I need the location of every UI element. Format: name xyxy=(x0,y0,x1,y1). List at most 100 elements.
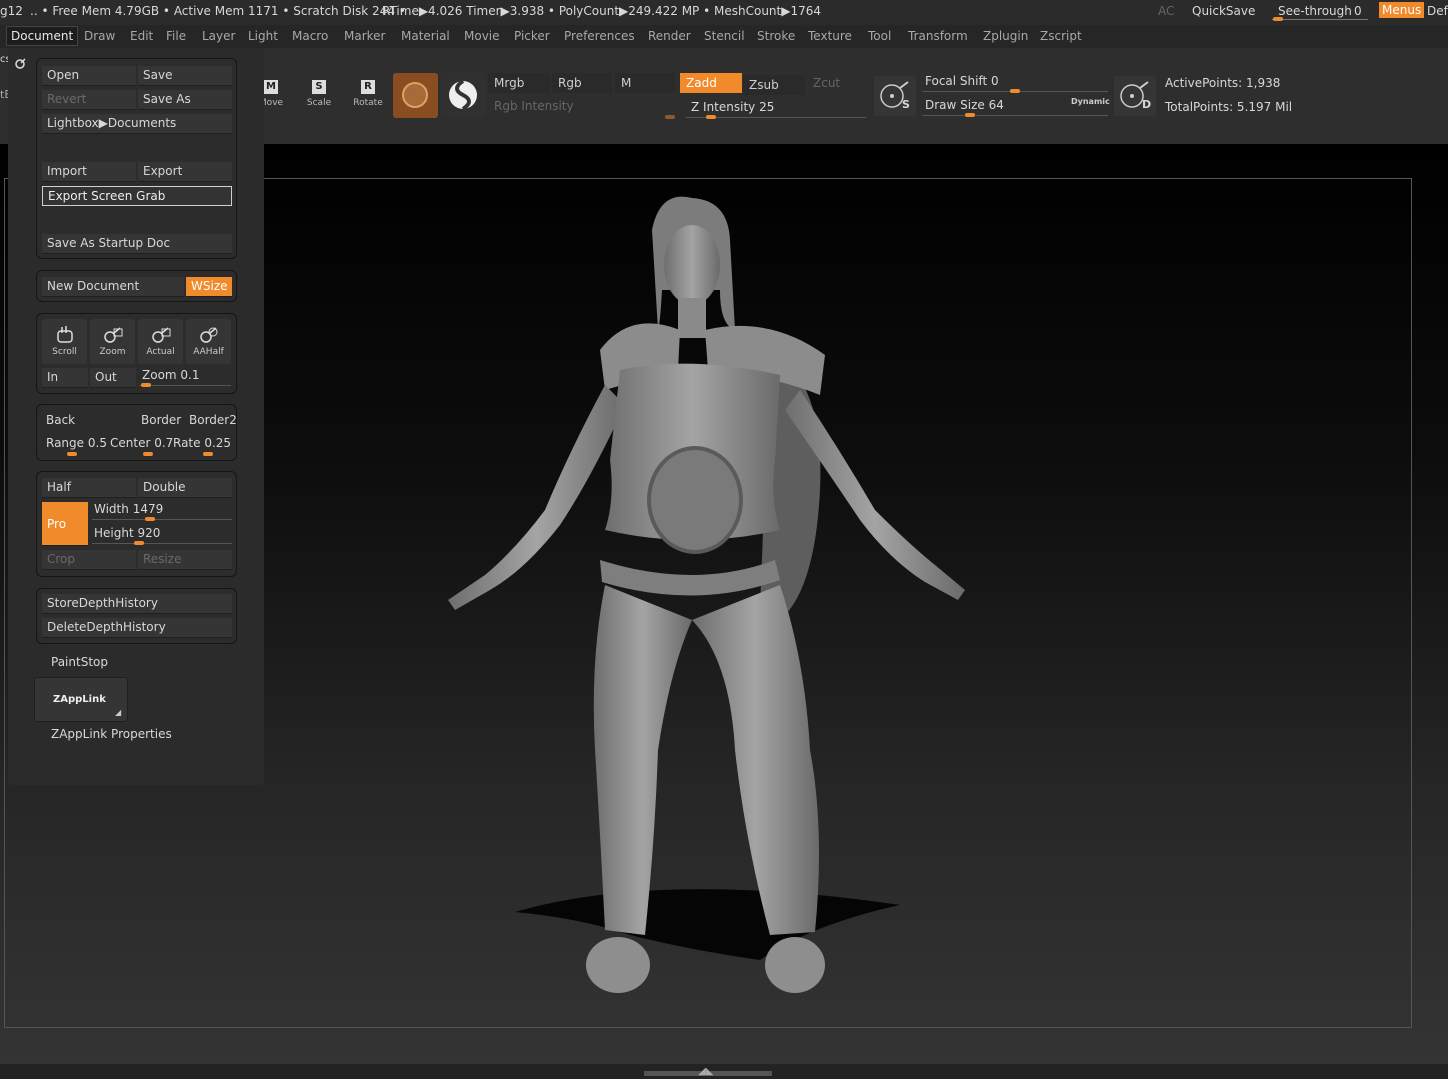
m-button[interactable]: M xyxy=(615,73,675,93)
half-button[interactable]: Half xyxy=(42,478,136,498)
center-slider[interactable]: Center 0.7 xyxy=(110,436,173,450)
range-knob[interactable] xyxy=(67,452,77,456)
menu-document[interactable]: Document xyxy=(6,26,79,46)
border2-button[interactable]: Border2 xyxy=(189,413,237,427)
menu-picker[interactable]: Picker xyxy=(510,28,554,44)
save-button[interactable]: Save xyxy=(138,66,232,86)
menu-draw[interactable]: Draw xyxy=(80,28,119,44)
menu-movie[interactable]: Movie xyxy=(460,28,504,44)
width-track[interactable] xyxy=(92,519,232,520)
double-button[interactable]: Double xyxy=(138,478,232,498)
menu-stencil[interactable]: Stencil xyxy=(700,28,749,44)
zoom-in-button[interactable]: In xyxy=(42,368,88,388)
wsize-button[interactable]: WSize xyxy=(186,277,232,297)
range-label: Range xyxy=(46,436,85,450)
zoom-track[interactable] xyxy=(139,385,231,386)
draw-size-slider[interactable]: Draw Size 64 xyxy=(925,98,1004,112)
aahalf-button[interactable]: AAHalf xyxy=(186,319,231,364)
back-button[interactable]: Back xyxy=(46,413,75,427)
delete-depth-history-button[interactable]: DeleteDepthHistory xyxy=(42,618,232,638)
menu-macro[interactable]: Macro xyxy=(288,28,332,44)
center-knob[interactable] xyxy=(143,452,153,456)
rate-knob[interactable] xyxy=(203,452,213,456)
zapplink-properties-submenu[interactable]: ZAppLink Properties xyxy=(51,727,172,741)
scale-button[interactable]: S Scale xyxy=(302,78,336,114)
revert-button[interactable]: Revert xyxy=(42,90,136,110)
default-button[interactable]: Def xyxy=(1427,4,1448,18)
paintstop-submenu[interactable]: PaintStop xyxy=(51,655,108,669)
range-slider[interactable]: Range 0.5 xyxy=(46,436,107,450)
menu-tool[interactable]: Tool xyxy=(864,28,895,44)
store-depth-history-button[interactable]: StoreDepthHistory xyxy=(42,594,232,614)
menu-light[interactable]: Light xyxy=(244,28,282,44)
rgb-intensity-slider[interactable]: Rgb Intensity xyxy=(488,96,678,116)
focal-shift-knob[interactable] xyxy=(1010,89,1020,93)
import-button[interactable]: Import xyxy=(42,162,136,182)
menu-zplugin[interactable]: Zplugin xyxy=(979,28,1032,44)
zsub-button[interactable]: Zsub xyxy=(743,75,805,95)
see-through-knob[interactable] xyxy=(1273,17,1283,21)
mrgb-button[interactable]: Mrgb xyxy=(488,73,550,93)
menu-file[interactable]: File xyxy=(162,28,190,44)
width-slider[interactable]: Width 1479 xyxy=(94,502,163,516)
border-button[interactable]: Border xyxy=(141,413,181,427)
rgb-intensity-knob[interactable] xyxy=(665,115,675,119)
save-as-button[interactable]: Save As xyxy=(138,90,232,110)
pro-button[interactable]: Pro xyxy=(42,502,88,546)
focal-shift-button[interactable]: S xyxy=(874,76,916,116)
menu-transform[interactable]: Transform xyxy=(904,28,972,44)
ac-button[interactable]: AC xyxy=(1158,4,1174,18)
draw-size-button[interactable]: D xyxy=(1114,76,1156,116)
new-document-button[interactable]: New Document xyxy=(42,277,184,297)
height-track[interactable] xyxy=(92,543,232,544)
open-button[interactable]: Open xyxy=(42,66,136,86)
rotate-button[interactable]: R Rotate xyxy=(350,78,386,114)
menu-render[interactable]: Render xyxy=(644,28,695,44)
background-group: Back Border Border2 Range 0.5 Center 0.7… xyxy=(36,404,237,461)
see-through-label[interactable]: See-through xyxy=(1278,4,1352,18)
sculpt-model[interactable] xyxy=(430,190,990,1000)
height-slider[interactable]: Height 920 xyxy=(94,526,160,540)
menu-preferences[interactable]: Preferences xyxy=(560,28,639,44)
actual-button[interactable]: Actual xyxy=(138,319,183,364)
height-knob[interactable] xyxy=(134,541,144,545)
menu-texture[interactable]: Texture xyxy=(804,28,856,44)
texture-button[interactable] xyxy=(441,73,486,118)
zoom-button[interactable]: Zoom xyxy=(90,319,135,364)
scroll-button[interactable]: Scroll xyxy=(42,319,87,364)
zadd-button[interactable]: Zadd xyxy=(680,73,742,93)
collapse-arrows-icon[interactable]: ◢◣ xyxy=(698,1066,713,1077)
material-button[interactable] xyxy=(393,73,438,118)
menu-marker[interactable]: Marker xyxy=(340,28,389,44)
save-as-startup-doc-button[interactable]: Save As Startup Doc xyxy=(42,234,232,254)
rgb-button[interactable]: Rgb xyxy=(552,73,612,93)
menus-button[interactable]: Menus xyxy=(1379,2,1425,18)
menu-layer[interactable]: Layer xyxy=(198,28,239,44)
menu-edit[interactable]: Edit xyxy=(126,28,157,44)
zoom-knob[interactable] xyxy=(141,383,151,387)
crop-button[interactable]: Crop xyxy=(42,550,136,570)
zcut-button[interactable]: Zcut xyxy=(807,73,867,93)
pin-icon[interactable] xyxy=(14,58,26,70)
zoom-out-button[interactable]: Out xyxy=(90,368,136,388)
export-screen-grab-button[interactable]: Export Screen Grab xyxy=(42,186,232,206)
menu-stroke[interactable]: Stroke xyxy=(753,28,799,44)
belt-disc xyxy=(647,446,743,554)
focal-shift-slider[interactable]: Focal Shift 0 xyxy=(925,74,999,88)
zapplink-button[interactable]: ZAppLink ◢ xyxy=(34,677,128,722)
quicksave-button[interactable]: QuickSave xyxy=(1192,4,1255,18)
menu-material[interactable]: Material xyxy=(397,28,454,44)
width-knob[interactable] xyxy=(145,517,155,521)
rate-slider[interactable]: Rate 0.25 xyxy=(173,436,231,450)
draw-size-track[interactable] xyxy=(922,115,1108,116)
resize-button[interactable]: Resize xyxy=(138,550,232,570)
z-intensity-slider[interactable]: Z Intensity 25 xyxy=(691,100,774,114)
see-through-slider[interactable] xyxy=(1272,19,1368,20)
menu-zscript[interactable]: Zscript xyxy=(1036,28,1086,44)
z-intensity-knob[interactable] xyxy=(706,115,717,119)
lightbox-documents-button[interactable]: Lightbox▶Documents xyxy=(42,114,232,134)
export-button[interactable]: Export xyxy=(138,162,232,182)
draw-size-knob[interactable] xyxy=(965,113,975,117)
dynamic-toggle[interactable]: Dynamic xyxy=(1071,97,1110,106)
zoom-slider[interactable]: Zoom 0.1 xyxy=(142,368,200,382)
